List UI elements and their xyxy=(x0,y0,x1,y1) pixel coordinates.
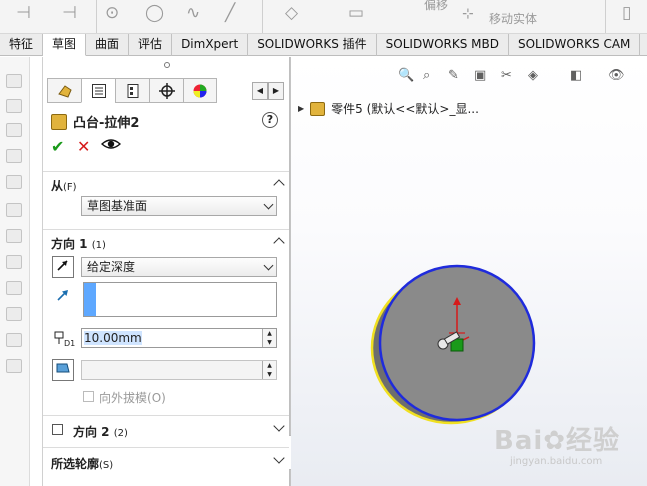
scroll-right-icon[interactable]: ▶ xyxy=(268,82,284,100)
move-entities-label[interactable]: 移动实体 xyxy=(489,10,537,27)
cancel-button[interactable]: ✕ xyxy=(77,137,90,156)
preview-eye-icon[interactable] xyxy=(100,135,122,157)
draft-toggle-button[interactable] xyxy=(52,359,74,381)
baidu-watermark: Bai✿经验 xyxy=(494,426,621,456)
draft-outward-checkbox[interactable] xyxy=(83,391,94,402)
spinner-icon[interactable]: ▲ ▼ xyxy=(262,329,276,347)
from-start-value: 草图基准面 xyxy=(87,199,148,213)
list-selection-highlight xyxy=(84,283,96,316)
tab-evaluate[interactable]: 评估 xyxy=(129,34,173,56)
line-tool-icon[interactable]: ╱ xyxy=(225,3,235,23)
end-condition-select[interactable]: 给定深度 xyxy=(81,257,277,277)
command-manager-tabs: 特征 草图 曲面 评估 DimXpert SOLIDWORKS 插件 SOLID… xyxy=(0,34,647,56)
left-icon-strip xyxy=(0,57,30,486)
3d-sketch-icon[interactable] xyxy=(6,74,22,88)
convert-tool-icon[interactable]: ▭ xyxy=(348,3,364,23)
boss-extrude-icon xyxy=(51,113,67,130)
selected-contours-section-header[interactable]: 所选轮廓(S) xyxy=(43,447,289,475)
sweep-icon[interactable] xyxy=(6,149,22,163)
spinner-icon[interactable]: ▲ ▼ xyxy=(262,361,276,379)
draft-angle-input[interactable]: ▲ ▼ xyxy=(81,360,277,380)
panel-grip-icon[interactable] xyxy=(164,62,170,68)
depth-value: 10.00mm xyxy=(84,331,142,345)
feature-manager-icon[interactable] xyxy=(47,78,81,103)
circle-tool-icon[interactable]: ⊙ xyxy=(105,3,119,23)
depth-input[interactable]: 10.00mm ▲ ▼ xyxy=(81,328,277,348)
manager-tabs xyxy=(47,78,217,103)
from-hotkey: (F) xyxy=(63,182,77,193)
direction-reference-list[interactable] xyxy=(83,282,277,317)
direction1-hotkey: (1) xyxy=(91,240,106,251)
manager-tab-scroll: ◀ ▶ xyxy=(252,82,284,100)
display-manager-icon[interactable] xyxy=(183,78,217,103)
tab-surfaces[interactable]: 曲面 xyxy=(86,34,130,56)
fillet-icon[interactable] xyxy=(6,229,22,243)
loft-icon[interactable] xyxy=(6,175,22,189)
property-manager-icon[interactable] xyxy=(81,78,115,103)
baidu-watermark-url: jingyan.baidu.com xyxy=(510,456,603,467)
feature-title-text: 凸台-拉伸2 xyxy=(73,116,140,131)
chevron-down-icon xyxy=(263,199,274,210)
selected-contours-label: 所选轮廓 xyxy=(51,457,100,471)
extrude-icon[interactable] xyxy=(6,99,22,113)
from-label: 从 xyxy=(51,179,64,193)
tab-features[interactable]: 特征 xyxy=(0,34,44,56)
dimxpert-manager-icon[interactable] xyxy=(149,78,183,103)
feature-title: 凸台-拉伸2 xyxy=(51,112,139,131)
shell-icon[interactable] xyxy=(6,281,22,295)
direction-vector-icon xyxy=(55,287,71,306)
tab-addins[interactable]: SOLIDWORKS 插件 xyxy=(248,34,377,56)
direction1-label: 方向 1 xyxy=(51,237,88,251)
configuration-manager-icon[interactable] xyxy=(115,78,149,103)
direction2-label: 方向 2 xyxy=(73,425,110,439)
from-start-select[interactable]: 草图基准面 xyxy=(81,196,277,216)
direction2-checkbox[interactable] xyxy=(52,424,63,435)
tab-dimxpert[interactable]: DimXpert xyxy=(172,34,249,56)
help-icon[interactable]: ? xyxy=(262,112,278,128)
sketch-tool-icon[interactable]: ⊣ xyxy=(16,3,31,23)
revolve-icon[interactable] xyxy=(6,123,22,137)
boundary-icon[interactable] xyxy=(6,203,22,217)
collapse-chevron-icon[interactable] xyxy=(273,232,285,250)
property-manager: ◀ ▶ 凸台-拉伸2 ? ✔ ✕ 从(F) 草图基准面 方向 1 (1) 给定深… xyxy=(42,57,290,486)
draft-outward-label: 向外拔模(O) xyxy=(99,391,166,405)
chamfer-icon[interactable] xyxy=(6,255,22,269)
tab-mbd[interactable]: SOLIDWORKS MBD xyxy=(377,34,509,56)
from-section-header[interactable]: 从(F) xyxy=(43,171,289,195)
ellipse-tool-icon[interactable]: ◯ xyxy=(145,3,164,23)
scroll-left-icon[interactable]: ◀ xyxy=(252,82,268,100)
expand-chevron-icon[interactable] xyxy=(273,419,285,433)
depth-dimension-icon: D1 xyxy=(53,329,75,350)
rib-icon[interactable] xyxy=(6,307,22,321)
end-condition-value: 给定深度 xyxy=(87,260,136,274)
tab-cam[interactable]: SOLIDWORKS CAM xyxy=(509,34,641,56)
tab-sketch[interactable]: 草图 xyxy=(43,34,87,56)
pattern-icon[interactable] xyxy=(6,359,22,373)
direction2-hotkey: (2) xyxy=(113,428,128,439)
spline-tool-icon[interactable]: ∿ xyxy=(186,3,200,23)
selected-contours-hotkey: (S) xyxy=(99,460,114,471)
collapse-chevron-icon[interactable] xyxy=(273,174,285,192)
direction2-section-header[interactable]: 方向 2 (2) xyxy=(43,415,289,443)
top-toolbar: ⊣ ⊣ ⊙ ◯ ∿ ╱ ◇ ▭ 偏移 ⊹ 移动实体 ▯ xyxy=(0,0,647,34)
ok-button[interactable]: ✔ xyxy=(51,137,64,156)
expand-chevron-icon[interactable] xyxy=(273,451,285,465)
trim-tool-icon[interactable]: ◇ xyxy=(285,3,298,23)
chevron-down-icon xyxy=(263,260,274,271)
reverse-direction-button[interactable] xyxy=(52,256,74,278)
direction1-section-header[interactable]: 方向 1 (1) xyxy=(43,229,289,253)
draft-icon[interactable] xyxy=(6,333,22,347)
svg-text:D1: D1 xyxy=(64,339,75,347)
toolbar-more-icon[interactable]: ▯ xyxy=(622,3,631,23)
offset-label[interactable]: 偏移 xyxy=(424,0,448,13)
sketch-tool-icon[interactable]: ⊣ xyxy=(62,3,77,23)
move-icon[interactable]: ⊹ xyxy=(462,6,474,22)
